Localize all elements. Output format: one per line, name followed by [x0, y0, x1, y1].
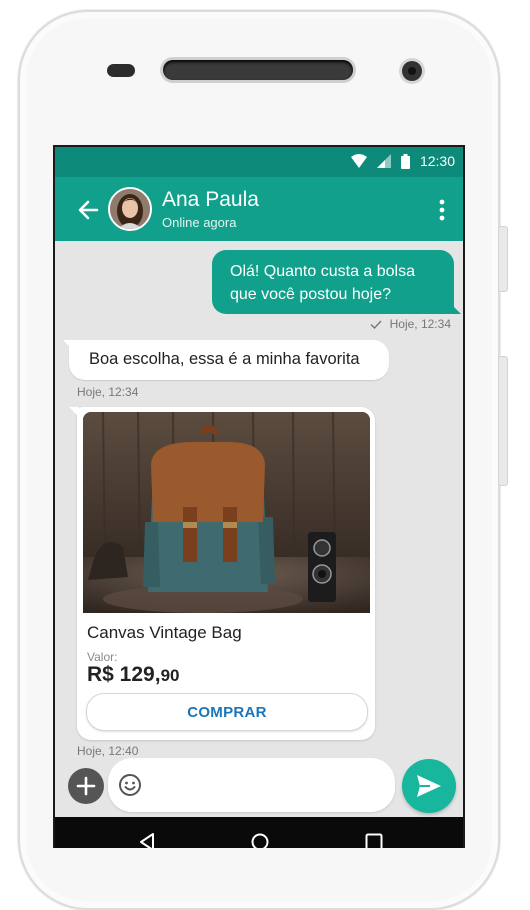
message-composer: [108, 758, 395, 812]
earpiece-speaker: [163, 60, 353, 80]
incoming-message[interactable]: Boa escolha, essa é a minha favorita: [63, 340, 389, 380]
price-cents: 90: [160, 666, 180, 685]
incoming-time: Hoje, 12:34: [77, 385, 139, 399]
nav-home-icon[interactable]: [251, 833, 269, 848]
status-bar: 12:30: [55, 147, 463, 177]
signal-icon: [376, 154, 391, 168]
chat-header: Ana Paula Online agora: [55, 177, 463, 241]
more-vert-icon[interactable]: [439, 199, 445, 221]
power-button: [498, 226, 508, 292]
buy-button[interactable]: COMPRAR: [86, 693, 368, 731]
product-name: Canvas Vintage Bag: [87, 623, 242, 642]
outgoing-message[interactable]: Olá! Quanto custa a bolsa que você posto…: [212, 250, 461, 314]
card-time: Hoje, 12:40: [77, 744, 139, 758]
outgoing-text-line1: Olá! Quanto custa a bolsa: [230, 263, 415, 280]
price-label: Valor:: [87, 650, 118, 664]
outgoing-meta: Hoje, 12:34: [370, 317, 451, 331]
contact-status: Online agora: [162, 215, 237, 230]
wifi-icon: [350, 154, 367, 168]
product-price: R$ 129,90: [87, 663, 179, 687]
send-button[interactable]: [402, 759, 456, 813]
outgoing-text-line2: que você postou hoje?: [230, 286, 392, 303]
message-input[interactable]: [150, 770, 384, 802]
plus-icon: [76, 776, 96, 796]
back-arrow-icon[interactable]: [77, 199, 99, 221]
nav-recents-icon[interactable]: [365, 833, 383, 848]
android-nav-bar: [55, 817, 463, 848]
contact-name: Ana Paula: [162, 188, 259, 211]
front-camera: [402, 61, 422, 81]
send-icon: [417, 775, 441, 797]
status-time: 12:30: [419, 153, 455, 169]
emoji-icon[interactable]: [118, 773, 142, 797]
screen: 12:30 Ana Paula Online agora Olá! Quanto…: [53, 145, 465, 848]
outgoing-time: Hoje, 12:34: [389, 317, 451, 331]
product-card[interactable]: Canvas Vintage Bag Valor: R$ 129,90 COMP…: [69, 407, 375, 740]
sensor: [107, 64, 135, 77]
check-icon: [370, 320, 382, 329]
volume-button: [498, 356, 508, 486]
battery-icon: [400, 153, 410, 169]
add-attachment-button[interactable]: [68, 768, 104, 804]
nav-back-icon[interactable]: [139, 833, 155, 848]
price-main: R$ 129,: [87, 663, 161, 686]
product-image[interactable]: [83, 412, 370, 613]
avatar[interactable]: [108, 187, 152, 231]
